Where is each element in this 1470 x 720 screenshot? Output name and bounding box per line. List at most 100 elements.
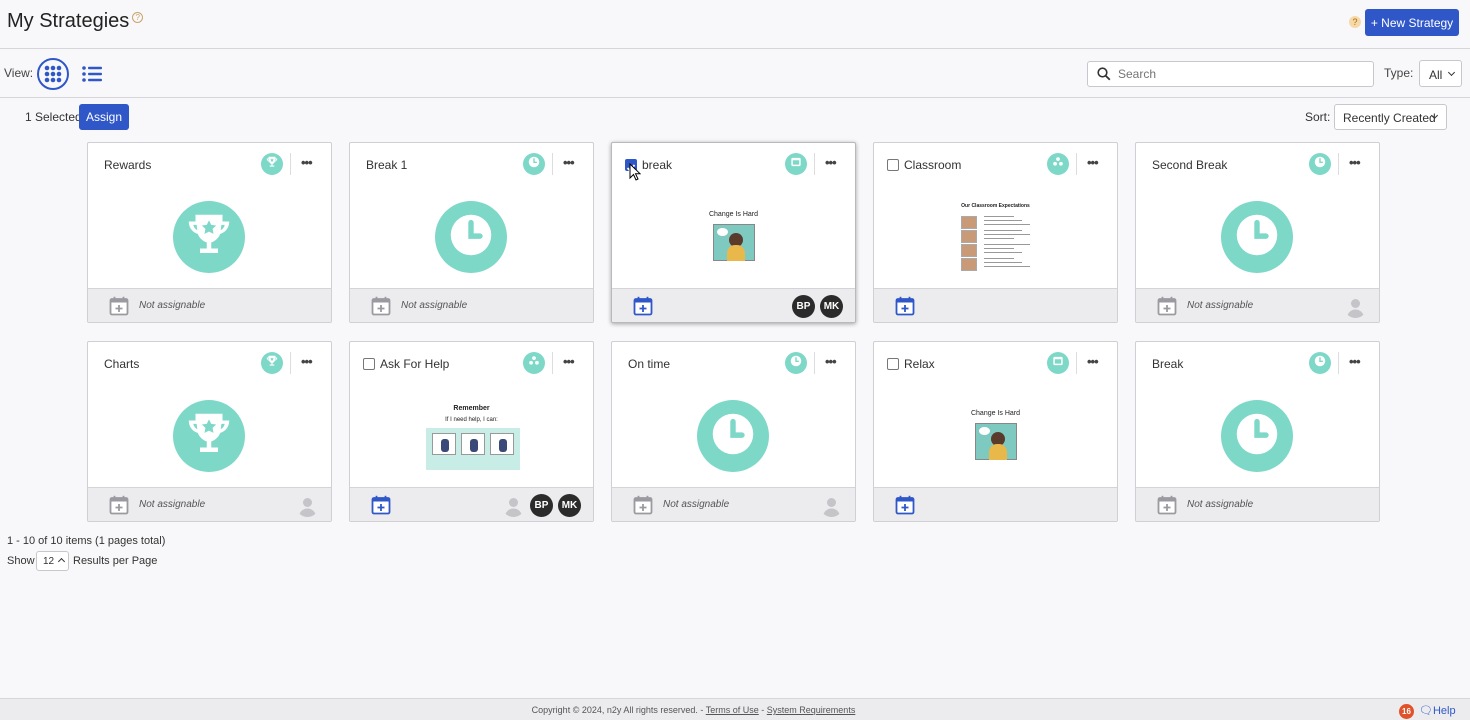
assignee-avatar[interactable]: BP bbox=[530, 494, 553, 517]
strategy-card[interactable]: Rewards ••• Not assignable bbox=[87, 142, 332, 323]
pagination-summary: 1 - 10 of 10 items (1 pages total) bbox=[7, 535, 166, 547]
grid-view-button[interactable] bbox=[37, 58, 69, 90]
more-options-icon[interactable]: ••• bbox=[301, 354, 313, 369]
strategy-thumbnail: Remember If I need help, I can: bbox=[350, 397, 593, 477]
strategy-card[interactable]: break ••• Change Is Hard BP MK bbox=[611, 142, 856, 323]
image-icon bbox=[1051, 354, 1065, 373]
strategy-name[interactable]: Second Break bbox=[1152, 158, 1227, 172]
card-footer bbox=[874, 487, 1117, 521]
info-question-icon[interactable]: ? bbox=[1349, 16, 1361, 28]
thumbnail-caption: Our Classroom Expectations bbox=[961, 203, 1030, 209]
divider bbox=[1076, 153, 1077, 175]
strategy-thumbnail: Our Classroom Expectations bbox=[874, 198, 1117, 278]
per-page-select[interactable]: 12 bbox=[36, 551, 69, 571]
not-assignable-label: Not assignable bbox=[1187, 300, 1254, 311]
child-illustration bbox=[975, 423, 1017, 460]
strategy-card[interactable]: Break ••• Not assignable bbox=[1135, 341, 1380, 522]
more-options-icon[interactable]: ••• bbox=[1349, 354, 1361, 369]
strategy-card[interactable]: Classroom ••• Our Classroom Expectations bbox=[873, 142, 1118, 323]
calendar-add-icon bbox=[109, 296, 129, 321]
sort-select[interactable]: Recently Created bbox=[1334, 104, 1447, 130]
strategy-type-badge bbox=[523, 153, 545, 175]
assignee-avatar[interactable]: MK bbox=[820, 295, 843, 318]
strategy-type-badge bbox=[523, 352, 545, 374]
person-icon bbox=[299, 498, 316, 517]
more-options-icon[interactable]: ••• bbox=[1087, 354, 1099, 369]
strategy-card[interactable]: Ask For Help ••• Remember If I need help, I… bbox=[349, 341, 594, 522]
strategy-type-badge bbox=[261, 352, 283, 374]
schedule-button[interactable] bbox=[633, 296, 653, 321]
strategy-type-badge bbox=[785, 352, 807, 374]
strategy-card[interactable]: Relax ••• Change Is Hard bbox=[873, 341, 1118, 522]
select-checkbox[interactable] bbox=[363, 358, 375, 370]
strategy-type-badge bbox=[261, 153, 283, 175]
assignee-avatar[interactable]: BP bbox=[792, 295, 815, 318]
group-icon bbox=[527, 354, 541, 373]
calendar-add-icon bbox=[1157, 495, 1177, 520]
more-options-icon[interactable]: ••• bbox=[563, 354, 575, 369]
thumbnail-caption: Change Is Hard bbox=[970, 410, 1021, 417]
assign-button[interactable]: Assign bbox=[79, 104, 129, 130]
schedule-button[interactable] bbox=[895, 495, 915, 520]
calendar-add-icon bbox=[371, 296, 391, 321]
strategy-name[interactable]: Rewards bbox=[104, 158, 151, 172]
select-checkbox[interactable] bbox=[887, 358, 899, 370]
more-options-icon[interactable]: ••• bbox=[563, 155, 575, 170]
strategy-name[interactable]: Charts bbox=[104, 357, 139, 371]
strategy-name[interactable]: Ask For Help bbox=[380, 357, 449, 371]
strategy-card[interactable]: Second Break ••• Not assignable bbox=[1135, 142, 1380, 323]
strategy-type-illustration bbox=[173, 400, 245, 472]
strategy-name[interactable]: Classroom bbox=[904, 158, 961, 172]
strategy-name[interactable]: break bbox=[642, 158, 672, 172]
strategy-card[interactable]: On time ••• Not assignable bbox=[611, 341, 856, 522]
new-strategy-button[interactable]: + New Strategy bbox=[1365, 9, 1459, 36]
help-question-icon[interactable]: ? bbox=[132, 12, 144, 23]
strategy-name[interactable]: On time bbox=[628, 357, 670, 371]
strategy-type-badge bbox=[1309, 153, 1331, 175]
terms-link[interactable]: Terms of Use bbox=[706, 705, 759, 715]
card-footer: BP MK bbox=[612, 288, 855, 322]
select-checkbox[interactable] bbox=[887, 159, 899, 171]
person-icon bbox=[823, 498, 840, 517]
list-icon bbox=[82, 66, 102, 82]
schedule-button[interactable] bbox=[371, 495, 391, 520]
notification-badge[interactable]: 16 bbox=[1399, 704, 1414, 719]
strategy-type-illustration bbox=[435, 201, 507, 273]
search-input[interactable] bbox=[1118, 65, 1368, 83]
clock-icon bbox=[1230, 208, 1284, 267]
chevron-up-icon bbox=[57, 557, 66, 566]
image-icon bbox=[789, 155, 803, 174]
divider bbox=[552, 153, 553, 175]
strategy-name[interactable]: Relax bbox=[904, 357, 935, 371]
more-options-icon[interactable]: ••• bbox=[825, 354, 837, 369]
copyright: Copyright © 2024, n2y All rights reserve… bbox=[531, 705, 856, 715]
assignee-avatar[interactable]: MK bbox=[558, 494, 581, 517]
divider bbox=[290, 153, 291, 175]
system-requirements-link[interactable]: System Requirements bbox=[767, 705, 856, 715]
thumbnail-subcaption: If I need help, I can: bbox=[445, 417, 498, 423]
more-options-icon[interactable]: ••• bbox=[301, 155, 313, 170]
user-avatar bbox=[296, 494, 319, 517]
list-view-button[interactable] bbox=[78, 60, 106, 88]
help-button[interactable]: 🗨Help bbox=[1419, 704, 1456, 717]
strategy-type-badge bbox=[1047, 352, 1069, 374]
schedule-button[interactable] bbox=[895, 296, 915, 321]
strategy-type-badge bbox=[1047, 153, 1069, 175]
divider bbox=[814, 352, 815, 374]
more-options-icon[interactable]: ••• bbox=[1349, 155, 1361, 170]
card-footer: BP MK bbox=[350, 487, 593, 521]
clock-icon bbox=[1313, 354, 1327, 373]
type-select[interactable]: All bbox=[1419, 60, 1462, 87]
strategy-card[interactable]: Charts ••• Not assignable bbox=[87, 341, 332, 522]
more-options-icon[interactable]: ••• bbox=[1087, 155, 1099, 170]
page-footer: Copyright © 2024, n2y All rights reserve… bbox=[0, 698, 1470, 720]
chat-icon: 🗨 bbox=[1419, 705, 1433, 717]
strategy-type-badge bbox=[785, 153, 807, 175]
strategy-card[interactable]: Break 1 ••• Not assignable bbox=[349, 142, 594, 323]
strategy-type-illustration bbox=[697, 400, 769, 472]
card-footer: Not assignable bbox=[88, 487, 331, 521]
more-options-icon[interactable]: ••• bbox=[825, 155, 837, 170]
strategy-name[interactable]: Break bbox=[1152, 357, 1183, 371]
calendar-add-icon bbox=[1157, 296, 1177, 321]
strategy-name[interactable]: Break 1 bbox=[366, 158, 407, 172]
